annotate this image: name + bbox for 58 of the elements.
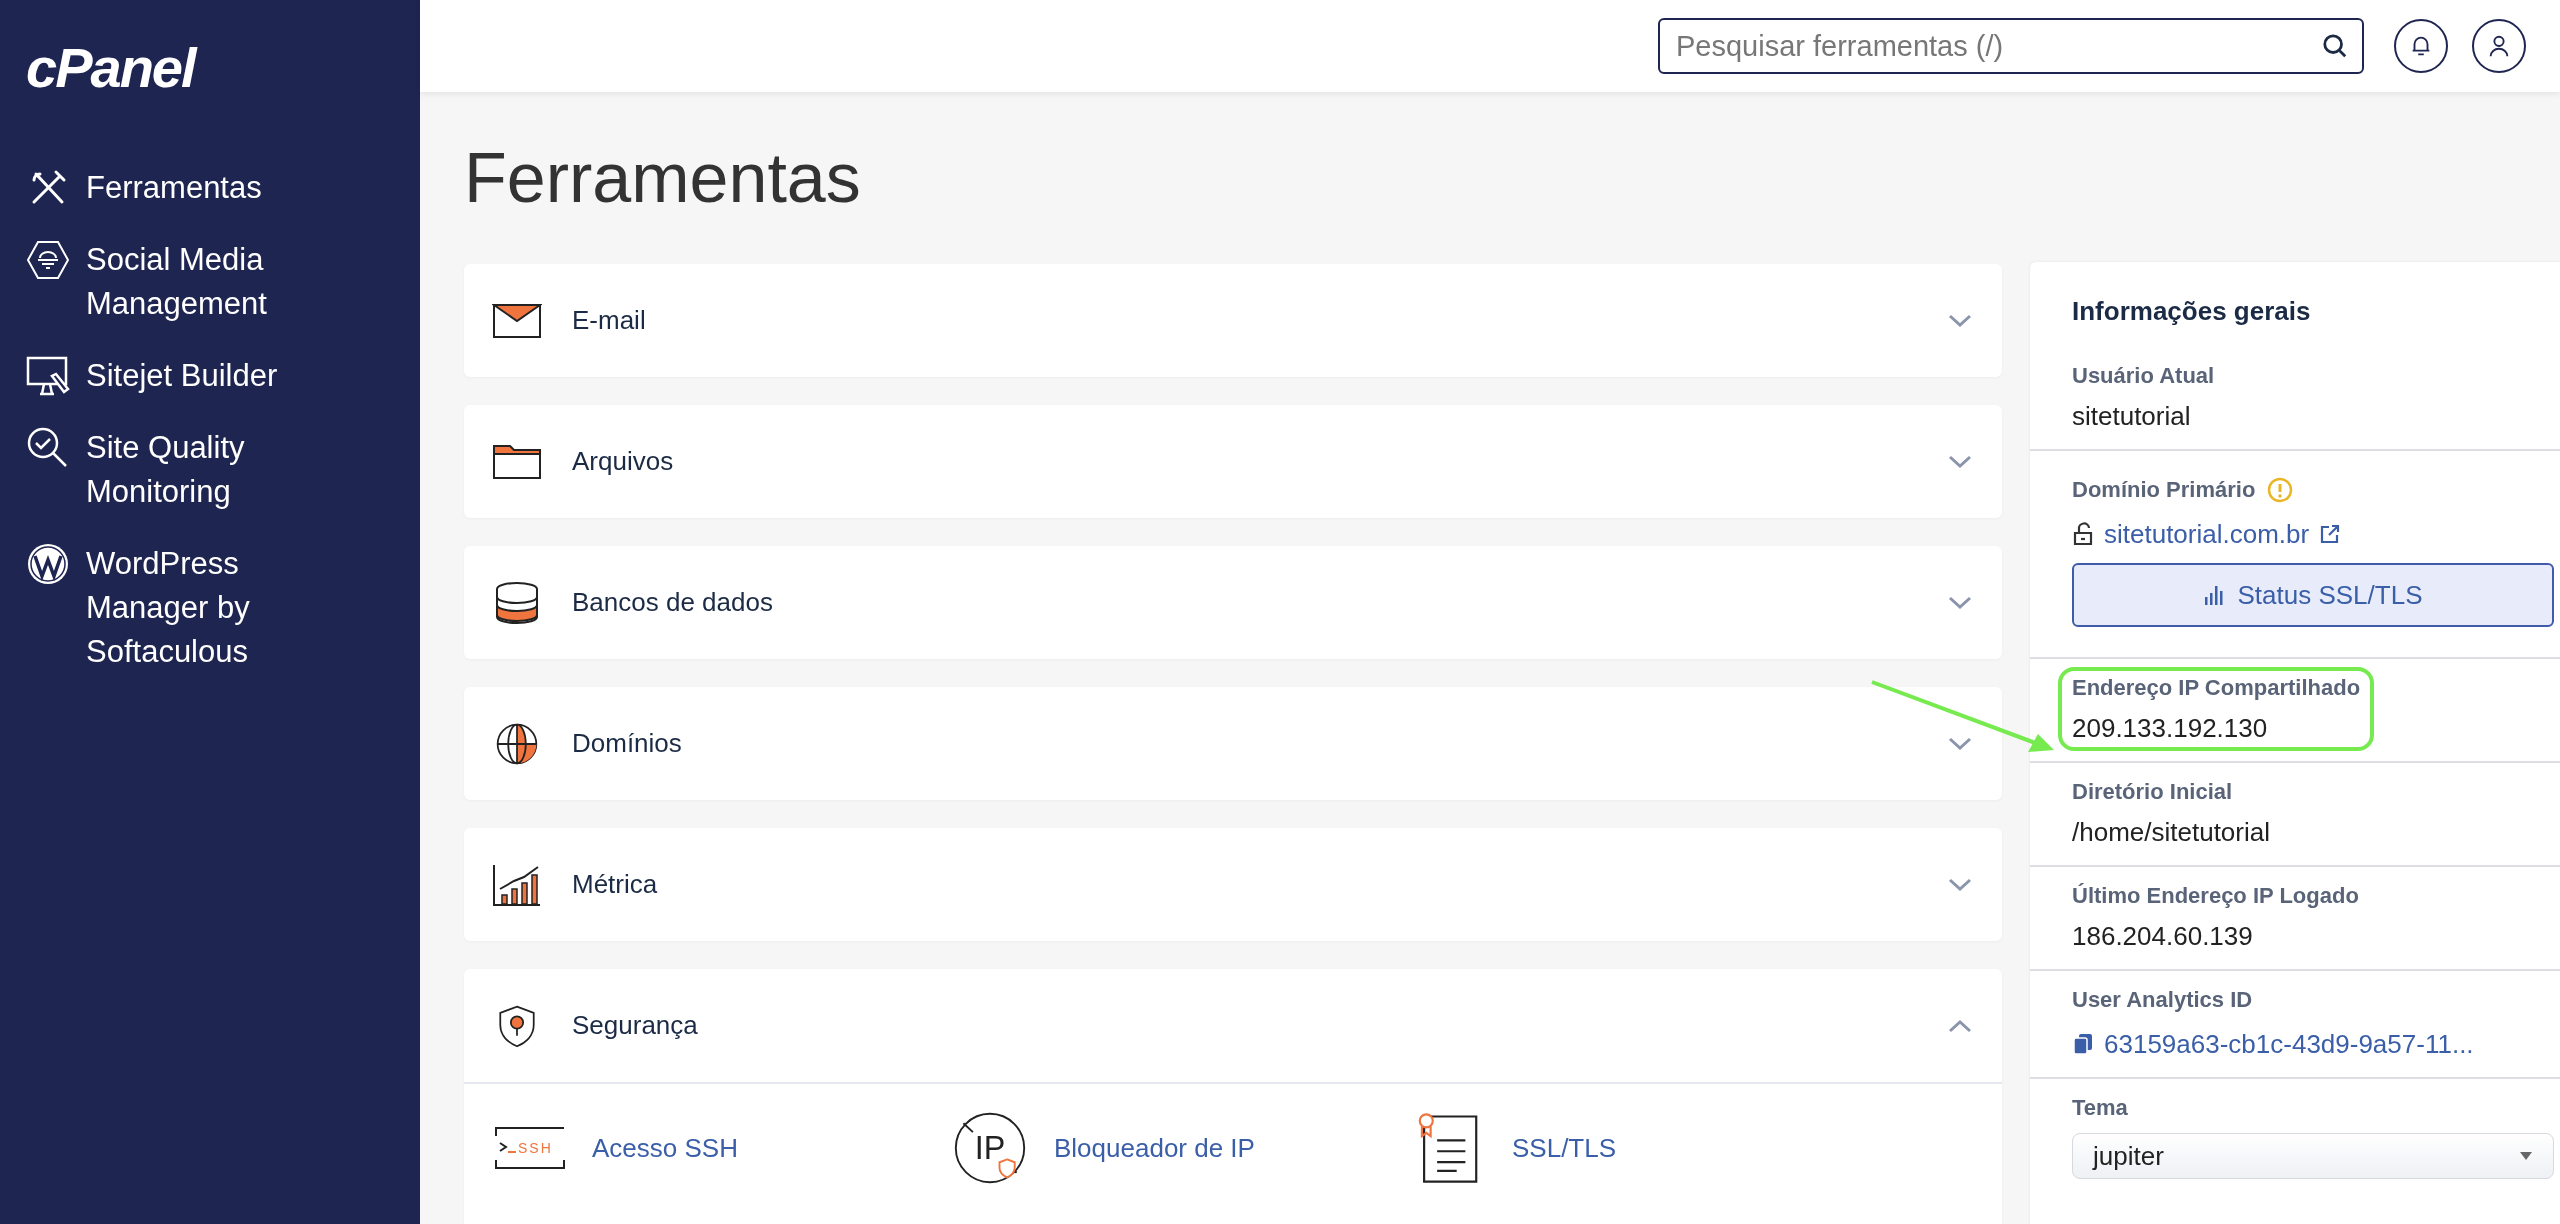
section-title: Métrica [572,869,659,900]
info-label: User Analytics ID [2072,986,2253,1014]
chevron-icon[interactable] [1948,877,1972,892]
info-value: 186.204.60.139 [2072,920,2254,953]
info-value: 209.133.192.130 [2072,712,2269,745]
section-header[interactable]: Segurança [464,969,2002,1082]
search-icon[interactable] [2322,33,2348,59]
bar-chart-icon [2203,585,2226,605]
copy-icon[interactable] [2072,1032,2094,1056]
tool-link[interactable]: Acesso SSH [592,1132,738,1164]
section-title: Arquivos [572,446,675,477]
sidebar-item[interactable]: WordPress Manager by Softaculous [86,542,326,674]
section-header[interactable]: Métrica [464,828,2002,941]
info-value: /home/sitetutorial [2072,816,2271,849]
section-title: Segurança [572,1010,699,1041]
info-label: Domínio Primário [2072,476,2256,504]
info-value: sitetutorial [2072,400,2192,433]
chevron-icon[interactable] [1948,736,1972,751]
domain-link[interactable]: sitetutorial.com.br [2104,517,2310,551]
info-label: Endereço IP Compartilhado [2072,674,2361,702]
caret-icon [2519,1151,2533,1161]
section-header[interactable]: Arquivos [464,405,2002,518]
page-title: Ferramentas [464,138,862,218]
chevron-icon[interactable] [1948,1018,1972,1033]
chevron-icon[interactable] [1948,454,1972,469]
section-title: E-mail [572,305,647,336]
sidebar-item[interactable]: Sitejet Builder [86,354,278,398]
info-label: Usuário Atual [2072,362,2215,390]
unlocked-padlock-icon [2072,522,2094,546]
chevron-icon[interactable] [1948,595,1972,610]
ip-blocker-icon: IP [952,1110,1028,1186]
ssl-status-button[interactable]: Status SSL/TLS [2072,563,2554,627]
chevron-icon[interactable] [1948,313,1972,328]
notifications-button[interactable] [2394,19,2448,73]
tool-link[interactable]: SSL/TLS [1512,1132,1617,1164]
theme-select[interactable]: jupiter [2072,1133,2554,1179]
info-label: Diretório Inicial [2072,778,2233,806]
info-label: Último Endereço IP Logado [2072,882,2359,910]
section-title: Domínios [572,728,683,759]
bar-chart-icon [492,862,542,907]
wordpress-icon [26,542,70,586]
sidebar-item[interactable]: Ferramentas [86,166,262,210]
user-button[interactable] [2472,19,2526,73]
sidebar-item[interactable]: Social Media Management [86,238,326,326]
search-field[interactable]: Pesquisar ferramentas (/) [1658,18,2364,74]
tool-link[interactable]: Bloqueador de IP [1054,1132,1255,1164]
section-title: Bancos de dados [572,587,774,618]
cpanel-logo[interactable]: cPanel [26,38,195,98]
panel-title: Informações gerais [2071,296,2312,328]
section-header[interactable]: E-mail [464,264,2002,377]
section-header[interactable]: Domínios [464,687,2002,800]
sidebar-item[interactable]: Site Quality Monitoring [86,426,326,514]
external-link-icon[interactable] [2319,522,2342,546]
hexagon-icon [26,238,70,282]
analytics-id-link[interactable]: 63159a63-cb1c-43d9-9a57-11... [2104,1027,2474,1061]
section-header[interactable]: Bancos de dados [464,546,2002,659]
monitor-pencil-icon [26,354,70,398]
info-label: Tema [2072,1094,2128,1122]
